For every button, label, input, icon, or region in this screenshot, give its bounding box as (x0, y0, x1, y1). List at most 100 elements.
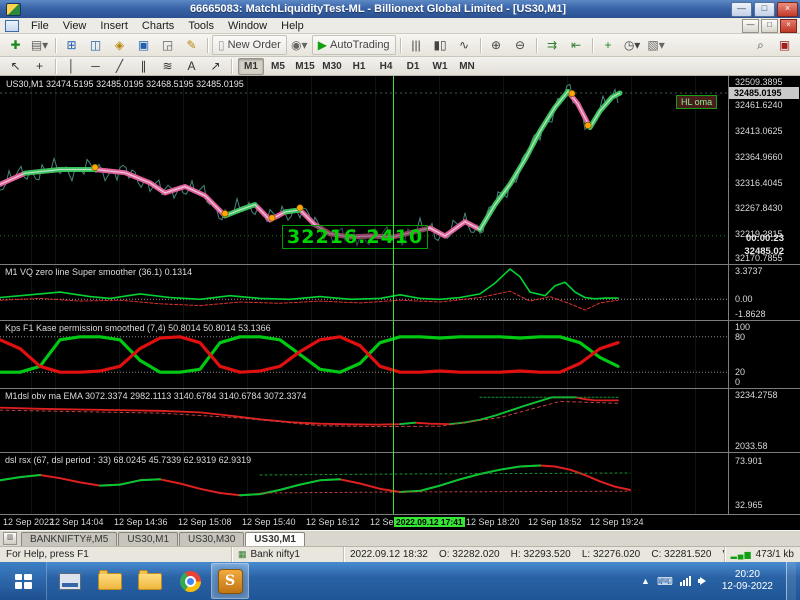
timeframe-m5-button[interactable]: M5 (265, 58, 291, 75)
chart-tab-us30-m1[interactable]: US30,M1 (118, 532, 179, 546)
price-axis: 32485.0195 00:00:23 32485.02 32509.3895 3… (728, 76, 800, 264)
timeframe-h1-button[interactable]: H1 (346, 58, 372, 75)
price-axis-label: 32364.9660 (735, 151, 783, 162)
timeframe-m30-button[interactable]: M30 (319, 58, 345, 75)
price-axis-label: 0 (735, 377, 741, 387)
timeframe-mn-button[interactable]: MN (454, 58, 480, 75)
taskbar-folder[interactable] (131, 563, 169, 599)
timeframe-m1-button[interactable]: M1 (238, 57, 264, 75)
channel-tool-button[interactable]: ∥ (132, 56, 155, 76)
keyboard-icon[interactable]: ⌨ (657, 575, 673, 588)
clock-date: 12-09-2022 (721, 581, 773, 592)
menu-view[interactable]: View (56, 19, 94, 33)
timeframe-h4-button[interactable]: H4 (373, 58, 399, 75)
vertical-line-tool-icon: │ (67, 59, 76, 73)
close-button[interactable]: × (777, 1, 798, 17)
timeframe-w1-button[interactable]: W1 (427, 58, 453, 75)
taskbar-server-manager[interactable] (51, 563, 89, 599)
text-tool-button[interactable]: A (180, 56, 203, 76)
time-axis-label: 12 Sep 14:36 (114, 517, 168, 527)
child-restore-button[interactable]: □ (761, 18, 778, 33)
line-chart-button[interactable]: ∿ (453, 35, 476, 55)
crosshair-tool-button[interactable]: + (28, 56, 51, 76)
horizontal-line-tool-button[interactable]: ─ (84, 56, 107, 76)
menu-tools[interactable]: Tools (181, 19, 221, 33)
child-minimize-button[interactable]: — (742, 18, 759, 33)
taskbar-chrome[interactable] (171, 563, 209, 599)
timeframe-d1-button[interactable]: D1 (400, 58, 426, 75)
menu-items: File View Insert Charts Tools Window Help (24, 18, 311, 33)
fullscreen-button[interactable]: ▣ (773, 35, 796, 55)
windows-taskbar: S ▲ ⌨ 20:20 12-09-2022 (0, 562, 800, 600)
network-icon[interactable] (679, 576, 691, 586)
status-bar: For Help, press F1 ▦ Bank nifty1 2022.09… (0, 546, 800, 562)
chart-shift-button[interactable]: ⇤ (565, 35, 588, 55)
zoom-in-button[interactable]: ⊕ (485, 35, 508, 55)
navigator-icon: ◈ (114, 38, 125, 52)
cursor-button[interactable]: ↖ (4, 56, 27, 76)
time-axis-label: 12 Sep 15:40 (242, 517, 296, 527)
chart-tab-banknifty-m5[interactable]: BANKNIFTY#,M5 (21, 532, 118, 546)
profiles-button[interactable]: ▤▾ (28, 35, 51, 55)
search-button[interactable]: ⌕ (749, 35, 772, 55)
kase-indicator-pane[interactable]: 100 80 20 0 Kps F1 Kase permission smoothed… (0, 320, 800, 388)
navigator-button[interactable]: ◈ (108, 35, 131, 55)
zoom-out-button[interactable]: ⊖ (509, 35, 532, 55)
status-connection[interactable]: ▂▄▆ 473/1 kb (725, 547, 800, 562)
cursor-icon: ↖ (10, 59, 21, 73)
menu-insert[interactable]: Insert (93, 19, 135, 33)
maximize-button[interactable]: □ (754, 1, 775, 17)
time-axis-label: 12 Sep 18:20 (466, 517, 520, 527)
taskbar-file-explorer[interactable] (91, 563, 129, 599)
vq-indicator-pane[interactable]: 3.3737 0.00 -1.8628 M1 VQ zero line Super … (0, 264, 800, 320)
autotrading-button[interactable]: ▶ AutoTrading (311, 35, 396, 55)
vertical-line-tool-button[interactable]: │ (60, 56, 83, 76)
symbol-ohlc-info: US30,M1 32474.5195 32485.0195 32468.5195… (6, 79, 244, 89)
toolbar-separator (55, 58, 56, 74)
candlestick-chart-button[interactable]: ▮▯ (429, 35, 452, 55)
price-axis-label: 32413.0625 (735, 126, 783, 137)
taskbar-mt4-app[interactable]: S (211, 563, 249, 599)
expert-advisors-icon: ◉▾ (291, 38, 308, 52)
menu-file[interactable]: File (24, 19, 56, 33)
fibonacci-tool-button[interactable]: ≋ (156, 56, 179, 76)
main-chart-pane[interactable]: 32485.0195 00:00:23 32485.02 32509.3895 3… (0, 76, 800, 264)
periods-button[interactable]: ◷▾ (621, 35, 644, 55)
arrows-tool-button[interactable]: ↗ (204, 56, 227, 76)
tab-list-icon[interactable]: ▥ (3, 532, 17, 545)
data-window-button[interactable]: ◫ (84, 35, 107, 55)
tray-expand-icon[interactable]: ▲ (641, 576, 650, 586)
menu-help[interactable]: Help (274, 19, 311, 33)
line-studies-toolbar: ↖ + │ ─ ╱ ∥ ≋ A ↗ M1 M5 M15 M30 H1 H4 D1 W1 MN (0, 57, 800, 76)
new-order-button[interactable]: ▯ New Order (212, 35, 287, 55)
metaeditor-button[interactable]: ✎ (180, 35, 203, 55)
menu-window[interactable]: Window (221, 19, 274, 33)
title-bar: 66665083: MatchLiquidityTest-ML - Billio… (0, 0, 800, 18)
trendline-tool-button[interactable]: ╱ (108, 56, 131, 76)
menu-charts[interactable]: Charts (135, 19, 181, 33)
start-button[interactable] (0, 562, 47, 600)
auto-scroll-button[interactable]: ⇉ (541, 35, 564, 55)
mt4-app-icon: S (217, 568, 243, 594)
strategy-tester-button[interactable]: ◲ (156, 35, 179, 55)
status-profile[interactable]: ▦ Bank nifty1 (232, 547, 344, 562)
obv-indicator-pane[interactable]: 3234.2758 2033.58 M1dsl obv ma EMA 3072.3… (0, 388, 800, 452)
timeframe-m15-button[interactable]: M15 (292, 58, 318, 75)
expert-advisors-button[interactable]: ◉▾ (288, 35, 311, 55)
indicators-button[interactable]: + (597, 35, 620, 55)
chart-tab-us30-m30[interactable]: US30,M30 (179, 532, 245, 546)
bar-chart-button[interactable]: ||| (405, 35, 428, 55)
show-desktop-button[interactable] (786, 562, 796, 600)
templates-button[interactable]: ▧▾ (645, 35, 668, 55)
child-close-button[interactable]: × (780, 18, 797, 33)
volume-icon[interactable] (697, 576, 709, 587)
minimize-button[interactable]: — (731, 1, 752, 17)
rsx-indicator-pane[interactable]: 73.901 32.965 dsl rsx (67, dsl period : 3… (0, 452, 800, 514)
taskbar-clock[interactable]: 20:20 12-09-2022 (716, 569, 779, 593)
auto-scroll-icon: ⇉ (547, 38, 558, 52)
arrows-tool-icon: ↗ (210, 59, 221, 73)
market-watch-button[interactable]: ⊞ (60, 35, 83, 55)
new-chart-button[interactable]: ✚ (4, 35, 27, 55)
terminal-button[interactable]: ▣ (132, 35, 155, 55)
chart-tab-us30-m1[interactable]: US30,M1 (245, 532, 305, 546)
